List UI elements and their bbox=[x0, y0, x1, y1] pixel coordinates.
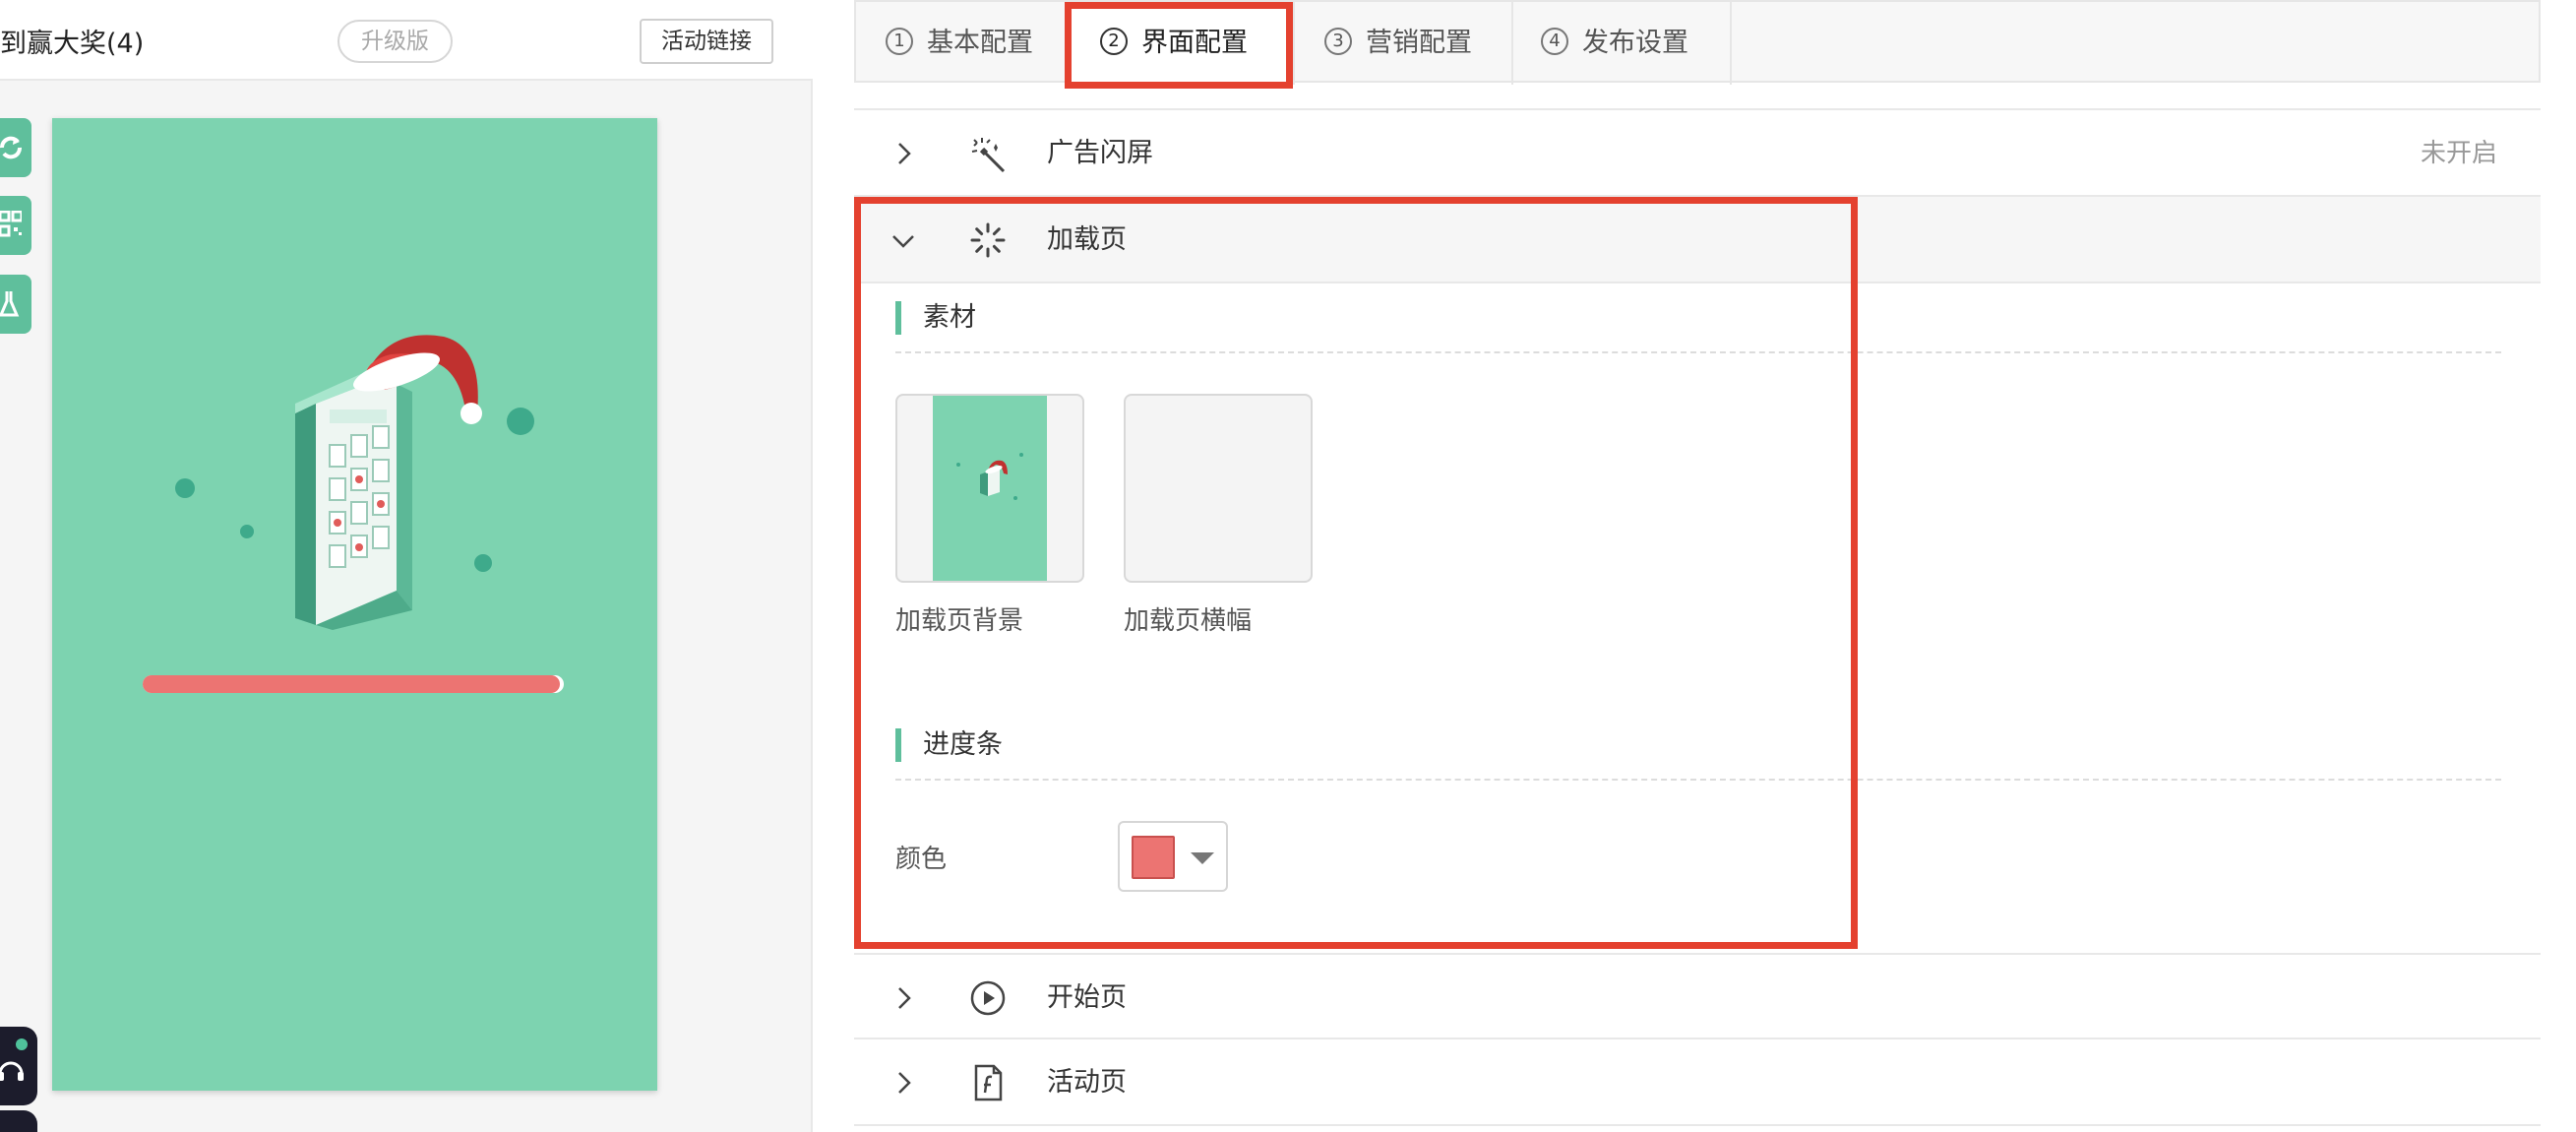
tab-basic-config[interactable]: 1 基本配置 bbox=[856, 2, 1067, 85]
section-label: 加载页 bbox=[1047, 224, 1127, 255]
document-icon bbox=[974, 1064, 1003, 1101]
qrcode-icon bbox=[0, 211, 22, 237]
section-loading-page[interactable]: 加载页 bbox=[854, 197, 2541, 283]
qrcode-tool-button[interactable] bbox=[0, 196, 31, 255]
spinner-icon bbox=[970, 222, 1006, 258]
section-splash-ad[interactable]: 广告闪屏 未开启 bbox=[854, 110, 2541, 197]
online-dot bbox=[16, 1038, 28, 1050]
tab-interface-config[interactable]: 2 界面配置 bbox=[1067, 2, 1295, 85]
step-number: 4 bbox=[1541, 27, 1568, 55]
tab-label: 营销配置 bbox=[1366, 28, 1472, 58]
loading-background-upload[interactable] bbox=[895, 394, 1084, 583]
section-label: 开始页 bbox=[1047, 982, 1127, 1013]
flask-icon bbox=[0, 291, 20, 317]
section-label: 广告闪屏 bbox=[1047, 138, 1153, 168]
section-start-page[interactable]: 开始页 bbox=[854, 953, 2541, 1039]
caret-down-icon bbox=[1191, 852, 1214, 864]
chevron-right-icon bbox=[898, 1072, 911, 1094]
chevron-right-icon bbox=[898, 143, 911, 164]
preview-header: 到赢大奖(4) 升级版 活动链接 bbox=[0, 0, 813, 81]
chevron-down-icon bbox=[892, 235, 914, 248]
refresh-icon bbox=[0, 136, 22, 159]
dashed-divider bbox=[895, 351, 2501, 353]
tab-marketing-config[interactable]: 3 营销配置 bbox=[1295, 2, 1513, 85]
tab-publish-settings[interactable]: 4 发布设置 bbox=[1513, 2, 1732, 85]
color-label: 颜色 bbox=[895, 845, 948, 874]
headset-icon bbox=[0, 1061, 24, 1081]
tab-label: 界面配置 bbox=[1141, 28, 1248, 58]
section-activity-page[interactable]: 活动页 bbox=[854, 1039, 2541, 1126]
step-number: 1 bbox=[886, 27, 913, 55]
step-number: 3 bbox=[1324, 27, 1352, 55]
color-swatch bbox=[1132, 836, 1175, 879]
refresh-tool-button[interactable] bbox=[0, 118, 31, 177]
section-label: 活动页 bbox=[1047, 1067, 1127, 1098]
preview-panel: 到赢大奖(4) 升级版 活动链接 bbox=[0, 0, 813, 1132]
activity-link-button[interactable]: 活动链接 bbox=[640, 19, 773, 64]
calculator-thumbnail-icon bbox=[956, 453, 1023, 500]
play-circle-icon bbox=[970, 980, 1006, 1016]
loading-banner-upload[interactable] bbox=[1124, 394, 1313, 583]
calculator-illustration bbox=[175, 335, 534, 630]
step-tab-bar: 1 基本配置 2 界面配置 3 营销配置 4 发布设置 bbox=[854, 0, 2541, 85]
material-label: 加载页横幅 bbox=[1124, 606, 1253, 636]
material-heading: 素材 bbox=[895, 301, 976, 335]
step-number: 2 bbox=[1100, 27, 1128, 55]
tab-label: 基本配置 bbox=[927, 28, 1033, 58]
phone-preview bbox=[52, 118, 657, 1091]
activity-title: 到赢大奖(4) bbox=[0, 29, 145, 59]
secondary-float-button[interactable] bbox=[0, 1110, 37, 1132]
material-label: 加载页背景 bbox=[895, 606, 1024, 636]
upgrade-badge[interactable]: 升级版 bbox=[337, 20, 453, 63]
dashed-divider bbox=[895, 779, 2501, 781]
preview-progress-fill bbox=[143, 675, 560, 693]
tab-label: 发布设置 bbox=[1582, 28, 1688, 58]
preview-progress-track bbox=[143, 675, 564, 693]
background-thumbnail bbox=[933, 396, 1047, 581]
section-status: 未开启 bbox=[2420, 139, 2497, 168]
chevron-right-icon bbox=[898, 987, 911, 1009]
progress-bar-heading: 进度条 bbox=[895, 728, 1003, 762]
magic-wand-icon bbox=[971, 138, 1006, 173]
config-panel: 1 基本配置 2 界面配置 3 营销配置 4 发布设置 广告闪屏 未开启 加载页… bbox=[854, 0, 2541, 1132]
customer-service-button[interactable] bbox=[0, 1027, 37, 1105]
progress-color-picker[interactable] bbox=[1118, 821, 1228, 892]
test-tool-button[interactable] bbox=[0, 275, 31, 334]
